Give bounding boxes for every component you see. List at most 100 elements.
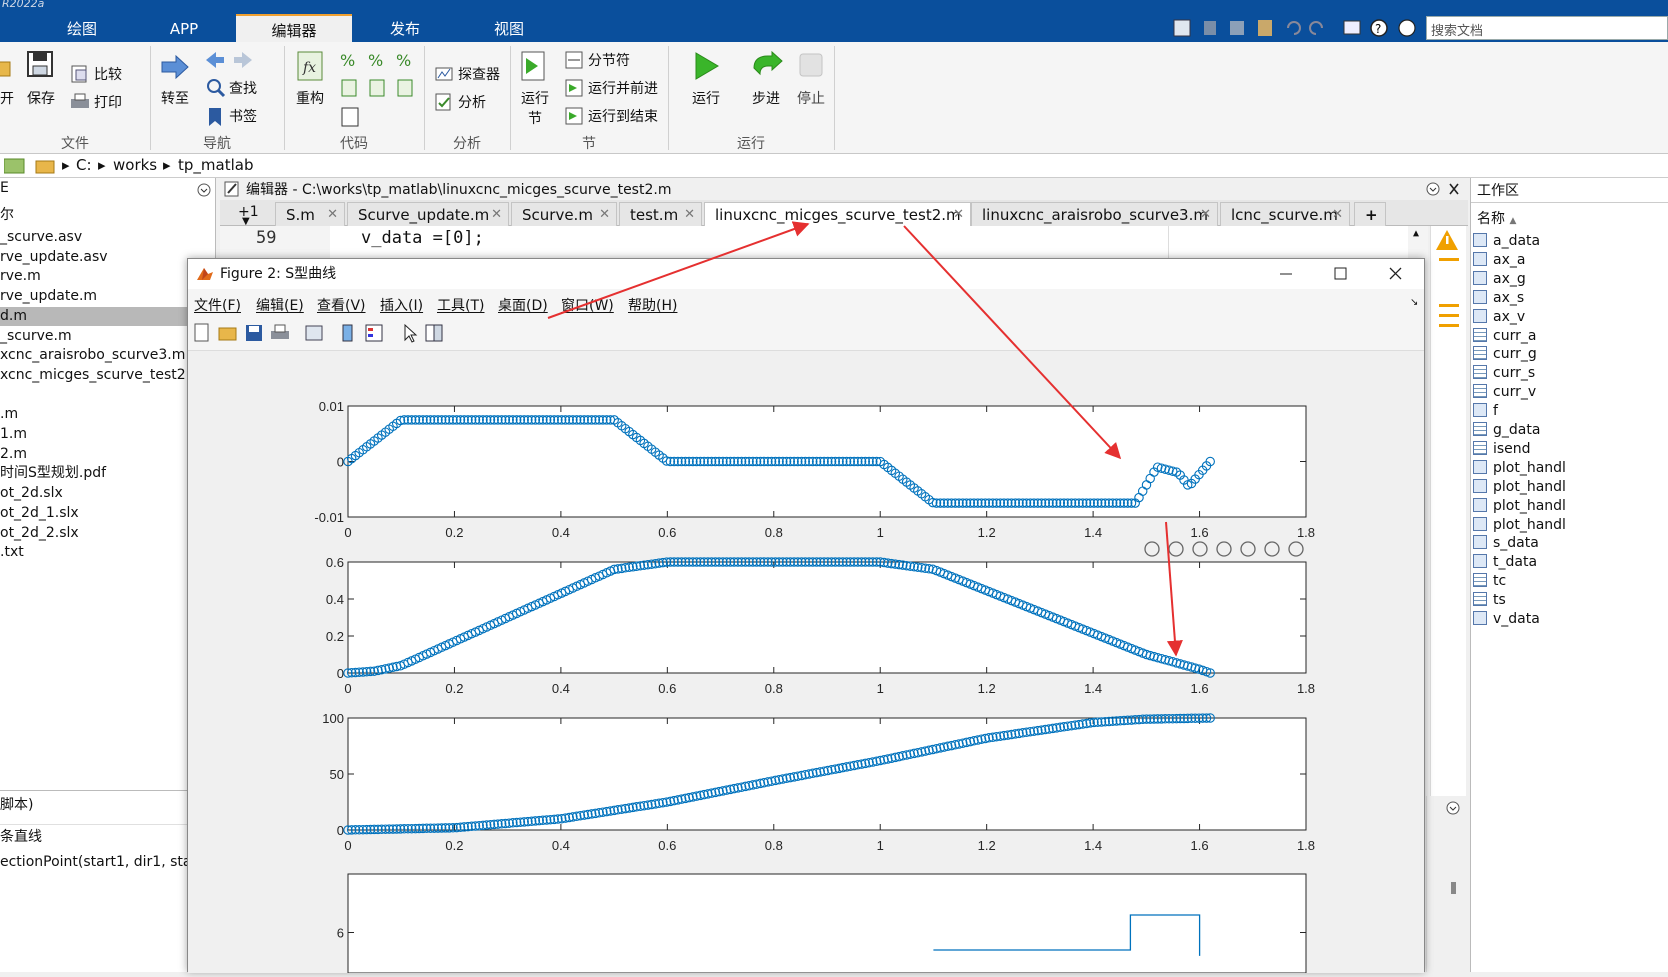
workspace-variable[interactable]: ax_s [1473, 289, 1524, 308]
file-list-item[interactable]: ot_2d_2.slx [0, 524, 214, 543]
run-section-icon[interactable] [520, 50, 550, 84]
editor-tab[interactable]: lcnc_scurve.m ✕ [1220, 202, 1350, 226]
plot-area[interactable]: 0 0.2 0.4 0.6 0.8 1 1.2 1.4 1.6 1.8 0.01 0 -0.01 0 0.2… [188, 351, 1424, 974]
find-button[interactable]: 查找 [229, 78, 257, 98]
close-icon[interactable]: ✕ [491, 203, 502, 227]
workspace-variable[interactable]: plot_handl [1473, 459, 1566, 478]
save-button[interactable]: 保存 [27, 88, 55, 108]
bookmark-button[interactable]: 书签 [229, 106, 257, 126]
code-tools-icons[interactable]: % % % [338, 48, 422, 136]
open-button[interactable]: 开 [0, 88, 14, 108]
workspace-variable[interactable]: f [1473, 402, 1498, 421]
workspace-variable[interactable]: ts [1473, 591, 1506, 610]
save-icon[interactable] [26, 50, 56, 80]
menu-insert[interactable]: 插入(I) [380, 295, 423, 315]
menu-window[interactable]: 窗口(W) [561, 295, 614, 315]
print-icon[interactable] [270, 323, 290, 343]
step-icon[interactable] [750, 50, 784, 82]
compare-button[interactable]: 比较 [94, 64, 122, 84]
profiler-icon[interactable] [434, 64, 454, 84]
file-list-item[interactable]: xcnc_micges_scurve_test2.m [0, 366, 214, 385]
address-bar[interactable]: ▸ C: ▸ works ▸ tp_matlab [0, 154, 1668, 178]
file-list-item[interactable]: rve_update.asv [0, 248, 214, 267]
editor-tab[interactable]: Scurve_update.m ✕ [347, 202, 509, 226]
workspace-variable[interactable]: curr_s [1473, 364, 1535, 383]
section-tool-icons[interactable] [564, 50, 584, 134]
zoom-out-icon[interactable] [1264, 541, 1280, 557]
panel-menu-icon[interactable] [1445, 800, 1461, 816]
add-tab-icon[interactable]: + [1354, 202, 1386, 226]
breadcrumb-tp-matlab[interactable]: tp_matlab [178, 156, 253, 174]
goto-icon[interactable] [160, 52, 190, 82]
run-to-end-button[interactable]: 运行到结束 [588, 106, 658, 126]
workspace-variable[interactable]: plot_handl [1473, 516, 1566, 535]
figure-window[interactable]: Figure 2: S型曲线 文件(F) 编辑(E) 查看(V) 插入(I) 工… [187, 258, 1425, 974]
print-icon[interactable] [70, 92, 90, 112]
file-list-item[interactable] [0, 386, 214, 405]
file-list-item[interactable]: rve.m [0, 267, 214, 286]
workspace-variable[interactable]: curr_a [1473, 327, 1536, 346]
tab-view[interactable]: 视图 [458, 14, 560, 42]
dock-icon[interactable]: ↘ [1410, 297, 1418, 308]
workspace-variable[interactable]: curr_g [1473, 345, 1537, 364]
quick-access-toolbar[interactable]: ? [1170, 16, 1422, 40]
workspace-variable[interactable]: v_data [1473, 610, 1540, 629]
figure-axes[interactable]: 0 0.2 0.4 0.6 0.8 1 1.2 1.4 1.6 1.80.010-0.010 0.2… [188, 351, 1424, 974]
close-icon[interactable]: ✕ [953, 203, 964, 227]
workspace-variable[interactable]: curr_v [1473, 383, 1536, 402]
legend-icon[interactable] [364, 323, 384, 343]
tab-plots[interactable]: 绘图 [28, 14, 136, 42]
home-icon[interactable] [1288, 541, 1304, 557]
warning-icon[interactable] [1431, 226, 1467, 346]
editor-scrollbar[interactable]: ▲ [1408, 226, 1428, 260]
rotate-icon[interactable] [1192, 541, 1208, 557]
workspace-variable[interactable]: ax_v [1473, 308, 1525, 327]
workspace-variable[interactable]: ax_a [1473, 251, 1525, 270]
editor-tab[interactable]: linuxcnc_micges_scurve_test2.m ✕ [704, 202, 971, 226]
menu-tools[interactable]: 工具(T) [437, 295, 484, 315]
property-editor-icon[interactable] [424, 323, 444, 343]
file-list-item[interactable]: 1.m [0, 425, 214, 444]
tab-apps[interactable]: APP [136, 14, 232, 42]
column-header-name[interactable]: 尔 [0, 204, 14, 224]
profiler-button[interactable]: 探查器 [458, 64, 500, 84]
run-icon[interactable] [692, 50, 722, 82]
column-header-name[interactable]: 名称 ▲ [1477, 208, 1516, 228]
workspace-variable[interactable]: a_data [1473, 232, 1540, 251]
search-input[interactable]: 搜索文档 [1426, 16, 1668, 40]
print-button[interactable]: 打印 [94, 92, 122, 112]
analyze-button[interactable]: 分析 [458, 92, 486, 112]
panel-menu-icon[interactable] [196, 182, 212, 198]
run-section-button[interactable]: 运行 [521, 88, 549, 108]
brush-icon[interactable] [1144, 541, 1160, 557]
pan-icon[interactable] [1216, 541, 1232, 557]
close-icon[interactable]: ✕ [1200, 203, 1211, 227]
step-button[interactable]: 步进 [752, 88, 780, 108]
menu-edit[interactable]: 编辑(E) [256, 295, 304, 315]
workspace-variable[interactable]: t_data [1473, 553, 1537, 572]
run-section-button-line2[interactable]: 节 [528, 108, 542, 128]
workspace-variable[interactable]: s_data [1473, 534, 1539, 553]
section-break-button[interactable]: 分节符 [588, 50, 630, 70]
link-plot-icon[interactable] [304, 323, 324, 343]
close-icon[interactable]: ✕ [684, 203, 695, 227]
file-list-item[interactable]: _scurve.asv [0, 228, 214, 247]
refactor-button[interactable]: 重构 [296, 88, 324, 108]
file-list-item[interactable]: rve_update.m [0, 287, 214, 306]
save-icon[interactable] [244, 323, 264, 343]
file-list-item[interactable]: xcnc_araisrobo_scurve3.m [0, 346, 214, 365]
open-icon[interactable] [0, 56, 14, 82]
new-figure-icon[interactable] [192, 323, 212, 343]
file-list-item[interactable]: 2.m [0, 445, 214, 464]
refactor-icon[interactable]: fx [294, 50, 326, 84]
code-area[interactable]: 59 v_data =[0]; ▲ [220, 226, 1428, 260]
workspace-variable[interactable]: tc [1473, 572, 1506, 591]
pointer-icon[interactable] [400, 323, 420, 343]
goto-button[interactable]: 转至 [161, 88, 189, 108]
editor-tab[interactable]: S.m ✕ [275, 202, 345, 226]
breadcrumb-works[interactable]: works [113, 156, 157, 174]
breadcrumb-drive[interactable]: C: [76, 156, 92, 174]
workspace-variable[interactable]: ax_g [1473, 270, 1526, 289]
bookmark-icon[interactable] [206, 106, 226, 128]
editor-tab[interactable]: test.m ✕ [619, 202, 702, 226]
